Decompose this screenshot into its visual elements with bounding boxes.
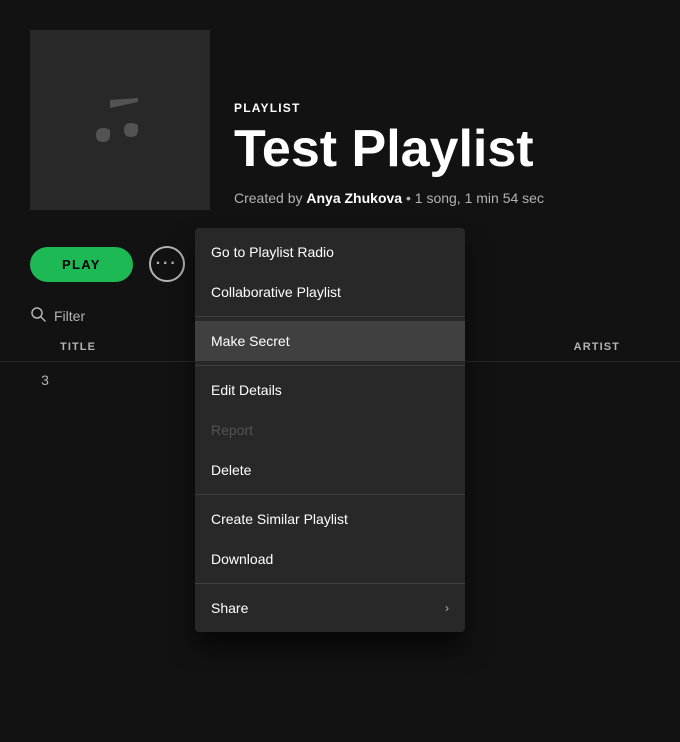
menu-item-download[interactable]: Download: [195, 539, 465, 579]
menu-item-collaborative-playlist[interactable]: Collaborative Playlist: [195, 272, 465, 312]
playlist-meta: Created by Anya Zhukova • 1 song, 1 min …: [234, 190, 544, 206]
menu-item-label-make-secret: Make Secret: [211, 333, 290, 349]
search-icon: [30, 306, 46, 325]
menu-divider: [195, 494, 465, 495]
filter-label: Filter: [54, 308, 85, 324]
menu-item-label-go-to-radio: Go to Playlist Radio: [211, 244, 334, 260]
column-artist-header: ARTIST: [450, 341, 650, 353]
menu-divider: [195, 316, 465, 317]
music-note-icon: [80, 80, 160, 160]
menu-divider: [195, 583, 465, 584]
context-menu: Go to Playlist Radio Collaborative Playli…: [195, 228, 465, 632]
playlist-title: Test Playlist: [234, 121, 544, 178]
header-info: PLAYLIST Test Playlist Created by Anya Z…: [234, 101, 544, 210]
menu-item-share[interactable]: Share ›: [195, 588, 465, 628]
playlist-type-label: PLAYLIST: [234, 101, 544, 115]
menu-item-label-report: Report: [211, 422, 253, 438]
header-section: PLAYLIST Test Playlist Created by Anya Z…: [0, 0, 680, 230]
menu-divider: [195, 365, 465, 366]
menu-item-label-create-similar: Create Similar Playlist: [211, 511, 348, 527]
play-button[interactable]: PLAY: [30, 247, 133, 282]
menu-item-report: Report: [195, 410, 465, 450]
menu-item-label-delete: Delete: [211, 462, 251, 478]
menu-item-label-edit-details: Edit Details: [211, 382, 282, 398]
menu-item-make-secret[interactable]: Make Secret: [195, 321, 465, 361]
menu-item-edit-details[interactable]: Edit Details: [195, 370, 465, 410]
playlist-creator: Anya Zhukova: [306, 190, 402, 206]
album-art: [30, 30, 210, 210]
row-number: 3: [30, 372, 60, 388]
more-options-button[interactable]: ···: [149, 246, 185, 282]
chevron-right-icon: ›: [445, 601, 449, 615]
menu-item-label-share: Share: [211, 600, 248, 616]
menu-item-delete[interactable]: Delete: [195, 450, 465, 490]
menu-item-label-collaborative-playlist: Collaborative Playlist: [211, 284, 341, 300]
menu-item-create-similar[interactable]: Create Similar Playlist: [195, 499, 465, 539]
menu-item-go-to-radio[interactable]: Go to Playlist Radio: [195, 232, 465, 272]
menu-item-label-download: Download: [211, 551, 273, 567]
playlist-song-count: • 1 song, 1 min 54 sec: [406, 190, 544, 206]
more-dots-icon: ···: [156, 256, 178, 272]
